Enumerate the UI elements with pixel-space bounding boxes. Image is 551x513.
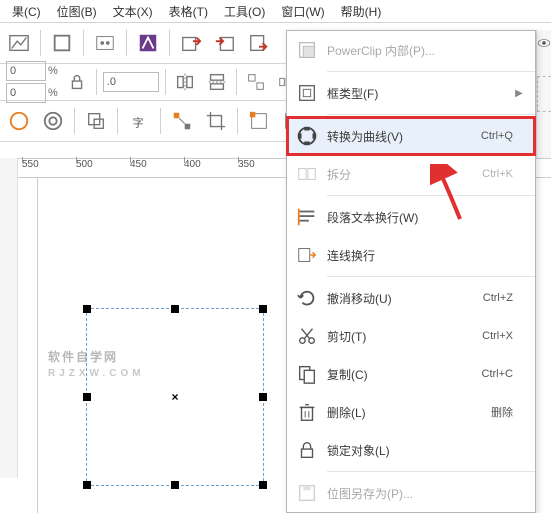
menu-item-powerclip: PowerClip 内部(P)... (287, 31, 535, 69)
menu-help[interactable]: 帮助(H) (333, 3, 390, 20)
menu-item-shortcut: Ctrl+C (482, 368, 513, 380)
menu-item-lock[interactable]: 锁定对象(L) (287, 431, 535, 469)
crop-icon[interactable] (203, 108, 229, 134)
handle-se[interactable] (259, 481, 267, 489)
eye-icon[interactable] (537, 36, 551, 50)
menu-item-paratext[interactable]: 段落文本换行(W) (287, 198, 535, 236)
linewrap-icon (287, 244, 327, 266)
menu-item-cut[interactable]: 剪切(T)Ctrl+X (287, 317, 535, 355)
handle-ne[interactable] (259, 305, 267, 313)
menu-item-label: 段落文本换行(W) (327, 209, 513, 226)
frame-icon (287, 82, 327, 104)
menu-item-label: PowerClip 内部(P)... (327, 42, 513, 59)
tool-options-icon[interactable] (92, 30, 118, 56)
mirror-h-icon[interactable] (172, 69, 198, 95)
menu-item-shortcut: 删除 (491, 404, 513, 420)
convert-icon (287, 125, 327, 147)
menubar: 果(C) 位图(B) 文本(X) 表格(T) 工具(O) 窗口(W) 帮助(H) (0, 0, 551, 22)
tool-import-icon[interactable] (178, 30, 204, 56)
toolbox-strip (0, 158, 18, 478)
svg-text:字: 字 (133, 116, 144, 130)
menu-item-label: 剪切(T) (327, 328, 482, 345)
text-tool-icon[interactable]: 字 (126, 108, 152, 134)
menu-item-shortcut: Ctrl+K (482, 168, 513, 180)
align-icon[interactable] (243, 69, 269, 95)
menu-item-shortcut: Ctrl+X (482, 330, 513, 342)
arrange-dropdown-menu: PowerClip 内部(P)...框类型(F)▶转换为曲线(V)Ctrl+Q拆… (286, 30, 536, 513)
menu-item-label: 框类型(F) (327, 85, 513, 102)
lock-icon (287, 439, 327, 461)
handle-nw[interactable] (83, 305, 91, 313)
menu-item-label: 连线换行 (327, 247, 513, 264)
menu-item-shortcut: Ctrl+Z (483, 292, 513, 304)
saveas-icon (287, 482, 327, 504)
mirror-v-icon[interactable] (204, 69, 230, 95)
menu-item-shortcut: Ctrl+Q (481, 130, 513, 142)
menu-item-label: 锁定对象(L) (327, 442, 513, 459)
ruler-vertical (18, 178, 38, 513)
undo-icon (287, 287, 327, 309)
menu-item-frame[interactable]: 框类型(F)▶ (287, 74, 535, 112)
scale-x-input[interactable]: 0 (6, 61, 46, 81)
menu-item-copy[interactable]: 复制(C)Ctrl+C (287, 355, 535, 393)
menu-item-label: 转换为曲线(V) (327, 128, 481, 145)
handle-s[interactable] (171, 481, 179, 489)
tool-export-icon[interactable] (212, 30, 238, 56)
cut-icon (287, 325, 327, 347)
menu-effects[interactable]: 果(C) (4, 3, 49, 20)
menu-bitmap[interactable]: 位图(B) (49, 3, 105, 20)
menu-item-saveas: 位图另存为(P)... (287, 474, 535, 512)
tool-app-icon[interactable] (135, 30, 161, 56)
menu-item-label: 删除(L) (327, 404, 491, 421)
tool-publish-icon[interactable] (246, 30, 272, 56)
selection-rectangle[interactable]: × (86, 308, 264, 486)
handle-sw[interactable] (83, 481, 91, 489)
menu-item-undo[interactable]: 撤消移动(U)Ctrl+Z (287, 279, 535, 317)
percent-label: % (48, 87, 58, 99)
menu-text[interactable]: 文本(X) (105, 3, 161, 20)
copy-icon (287, 363, 327, 385)
menu-item-convert[interactable]: 转换为曲线(V)Ctrl+Q (287, 117, 535, 155)
handle-n[interactable] (171, 305, 179, 313)
split-icon (287, 163, 327, 185)
menu-item-delete[interactable]: 删除(L)删除 (287, 393, 535, 431)
menu-item-split: 拆分Ctrl+K (287, 155, 535, 193)
menu-item-label: 撤消移动(U) (327, 290, 483, 307)
menu-item-label: 拆分 (327, 166, 482, 183)
menu-item-linewrap[interactable]: 连线换行 (287, 236, 535, 274)
delete-icon (287, 401, 327, 423)
menu-window[interactable]: 窗口(W) (273, 3, 332, 20)
node-edit-icon[interactable] (169, 108, 195, 134)
shape-circle-icon[interactable] (6, 108, 32, 134)
lock-ratio-icon[interactable] (64, 69, 90, 95)
tool-launch-icon[interactable] (6, 30, 32, 56)
handle-e[interactable] (259, 393, 267, 401)
tool-square-icon[interactable] (49, 30, 75, 56)
menu-item-label: 位图另存为(P)... (327, 485, 513, 502)
paratext-icon (287, 206, 327, 228)
scale-y-input[interactable]: 0 (6, 83, 46, 103)
menu-item-label: 复制(C) (327, 366, 482, 383)
shape-ring-icon[interactable] (40, 108, 66, 134)
menu-tools[interactable]: 工具(O) (216, 3, 273, 20)
anchor-tl-icon[interactable] (246, 108, 272, 134)
powerclip-icon (287, 39, 327, 61)
selection-center-icon: × (171, 390, 178, 404)
handle-w[interactable] (83, 393, 91, 401)
percent-label: % (48, 65, 58, 77)
shape-combine-icon[interactable] (83, 108, 109, 134)
rotation-input[interactable]: .0 (103, 72, 159, 92)
submenu-arrow-icon: ▶ (513, 88, 525, 99)
mini-dashed-panel (537, 76, 551, 112)
menu-table[interactable]: 表格(T) (161, 3, 216, 20)
